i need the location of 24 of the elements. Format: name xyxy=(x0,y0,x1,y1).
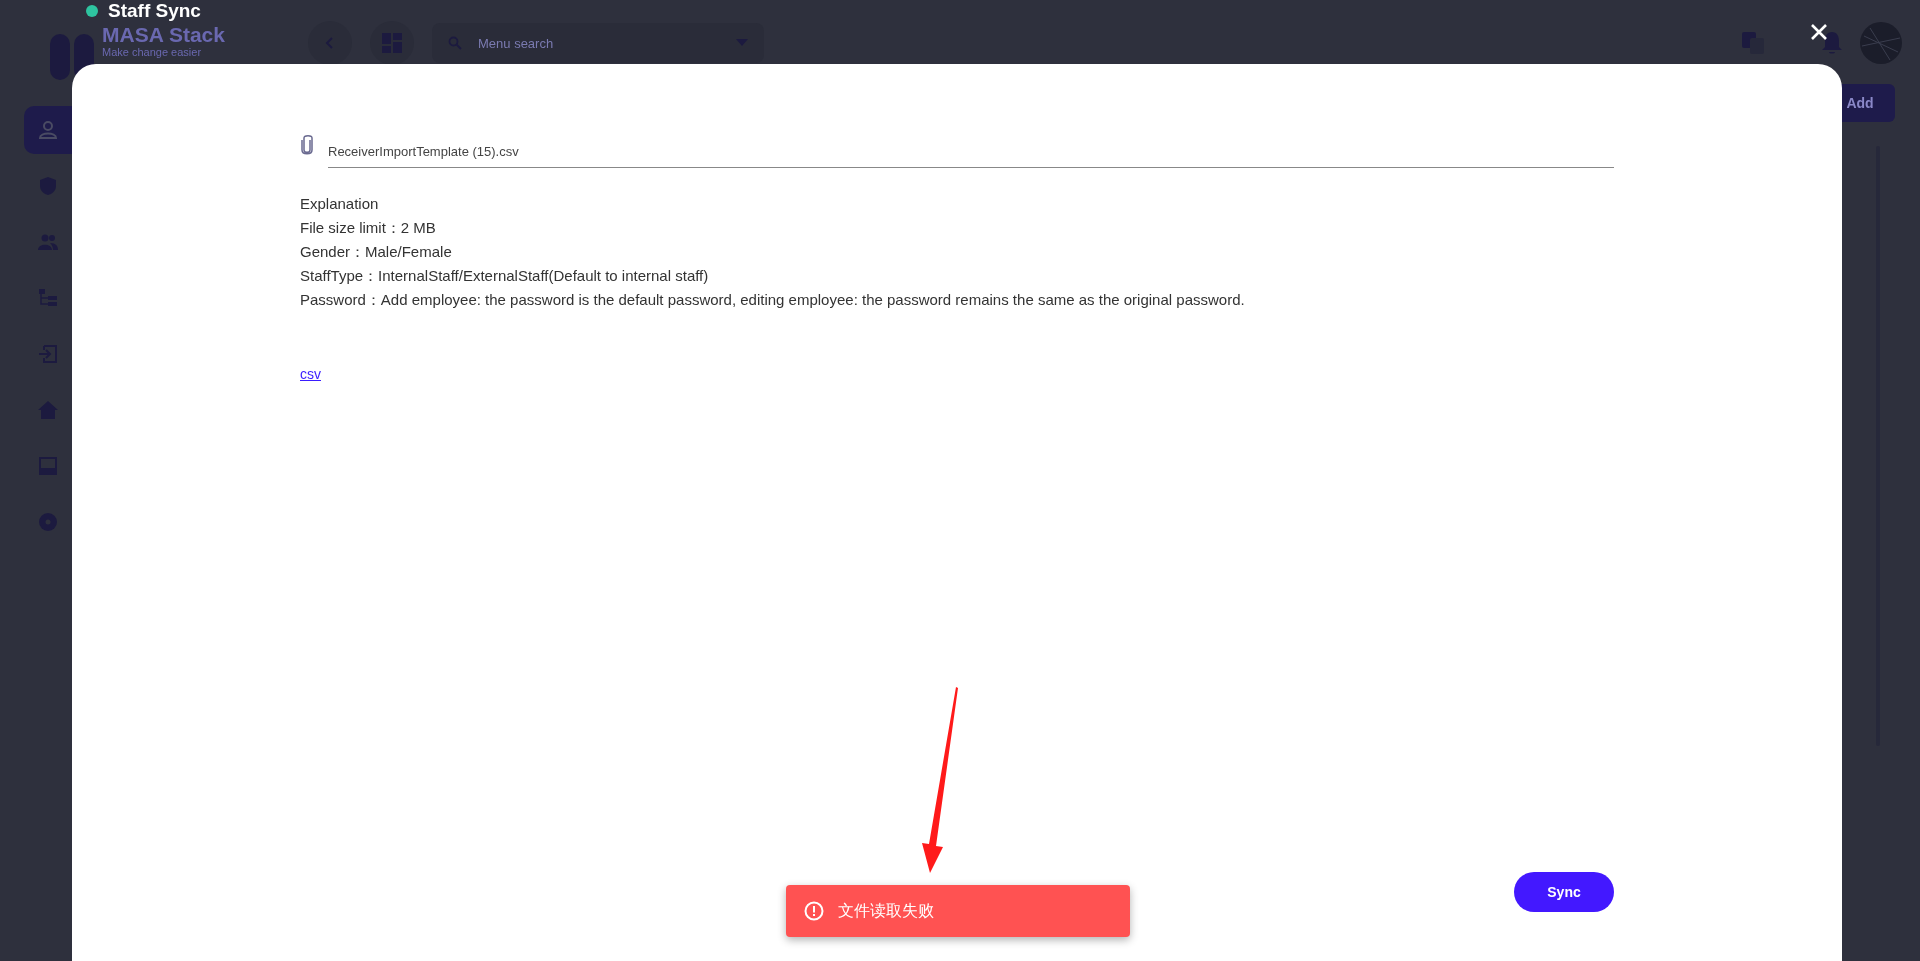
explanation-text: StaffType：InternalStaff/ExternalStaff(Default to internal staff) xyxy=(300,266,710,286)
search-input[interactable]: Menu search xyxy=(476,34,722,52)
toast-message: 文件读取失败 xyxy=(838,900,934,922)
user-icon xyxy=(38,120,58,140)
sync-button[interactable]: Sync xyxy=(1514,872,1614,912)
csv-link[interactable]: csv xyxy=(300,366,321,382)
search-field[interactable]: Menu search xyxy=(432,23,764,63)
alert-icon xyxy=(804,901,824,921)
explanation-text: Gender：Male/Female xyxy=(300,242,453,262)
logo-title: MASA Stack xyxy=(102,24,225,46)
logo-tagline: Make change easier xyxy=(102,46,203,59)
dialog-title: Staff Sync xyxy=(108,0,201,22)
avatar[interactable] xyxy=(1860,22,1902,64)
file-input-field[interactable]: ReceiverImportTemplate (15).csv xyxy=(328,132,1614,168)
status-dot xyxy=(86,5,98,17)
paperclip-icon xyxy=(300,134,314,156)
sidebar-item[interactable] xyxy=(24,106,72,154)
explanation-text: File size limit：2 MB xyxy=(300,218,437,238)
explanation-text: Explanation xyxy=(300,194,380,214)
explanation-text: Password：Add employee: the password is the default password, editing employee: the password remains the same as the original password. xyxy=(300,290,1246,310)
bell-icon[interactable] xyxy=(1822,31,1842,55)
back-button[interactable] xyxy=(308,21,352,65)
close-icon[interactable] xyxy=(1811,24,1827,40)
dashboard-button[interactable] xyxy=(370,21,414,65)
